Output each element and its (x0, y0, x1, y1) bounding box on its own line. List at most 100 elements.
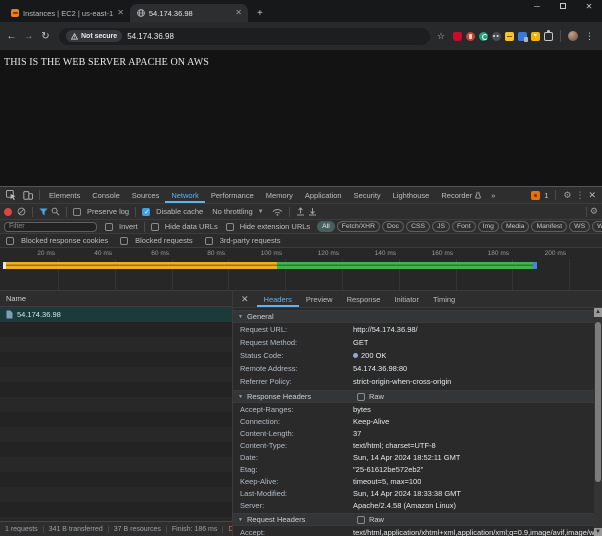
chip-doc[interactable]: Doc (382, 221, 404, 232)
tab-security[interactable]: Security (348, 187, 387, 203)
issues-count[interactable]: 1 (544, 191, 548, 200)
hide-data-urls-checkbox[interactable] (151, 223, 159, 231)
grammarly-icon[interactable] (479, 32, 488, 41)
third-party-requests-label: 3rd-party requests (220, 236, 281, 245)
tab-close-icon[interactable]: ✕ (117, 9, 124, 17)
tab-timing[interactable]: Timing (426, 291, 462, 307)
chip-manifest[interactable]: Manifest (531, 221, 567, 232)
tab-headers[interactable]: Headers (257, 291, 299, 307)
devtools-menu-icon[interactable]: ⋮ (575, 190, 584, 201)
tab-application[interactable]: Application (299, 187, 348, 203)
more-tabs-icon[interactable]: » (487, 191, 499, 200)
chip-js[interactable]: JS (432, 221, 450, 232)
request-raw-checkbox[interactable] (357, 516, 365, 524)
tab-recorder[interactable]: Recorder (435, 187, 487, 203)
stop-hand-icon[interactable] (466, 32, 475, 41)
puzzle-extensions-icon[interactable] (544, 32, 553, 41)
chip-media[interactable]: Media (501, 221, 530, 232)
close-window-button[interactable]: ✕ (576, 0, 602, 14)
request-list-empty-area[interactable] (0, 322, 232, 521)
third-party-requests-checkbox[interactable] (205, 237, 213, 245)
header-row: Content-Type:text/html; charset=UTF-8 (233, 439, 594, 451)
glasses-icon[interactable] (492, 32, 501, 41)
tab-elements[interactable]: Elements (43, 187, 86, 203)
issues-icon[interactable] (531, 191, 540, 200)
tab-network[interactable]: Network (165, 187, 205, 203)
details-scrollbar[interactable]: ▲ ▼ (594, 308, 602, 536)
network-conditions-icon[interactable] (272, 207, 283, 216)
name-column-header[interactable]: Name (0, 291, 232, 307)
yellow-notes-icon[interactable] (505, 32, 514, 41)
tab-preview[interactable]: Preview (299, 291, 340, 307)
blocked-requests-checkbox[interactable] (120, 237, 128, 245)
network-overview[interactable]: 20 ms 40 ms 60 ms 80 ms 100 ms 120 ms 14… (0, 248, 602, 291)
preserve-log-checkbox[interactable] (73, 208, 81, 216)
bookmark-star-icon[interactable]: ☆ (437, 31, 445, 42)
tab-close-icon[interactable]: ✕ (235, 9, 242, 17)
scrollbar-thumb[interactable] (595, 322, 601, 482)
disable-cache-checkbox[interactable] (142, 208, 150, 216)
tab-performance[interactable]: Performance (205, 187, 260, 203)
export-har-icon[interactable] (308, 207, 317, 216)
security-chip[interactable]: Not secure (66, 30, 122, 42)
response-raw-checkbox[interactable] (357, 393, 365, 401)
close-details-icon[interactable]: ✕ (233, 294, 257, 305)
tab-response[interactable]: Response (340, 291, 388, 307)
header-row: Server:Apache/2.4.58 (Amazon Linux) (233, 499, 594, 511)
invert-checkbox[interactable] (105, 223, 113, 231)
import-har-icon[interactable] (296, 207, 305, 216)
chip-fetch-xhr[interactable]: Fetch/XHR (337, 221, 380, 232)
tab-sources[interactable]: Sources (126, 187, 166, 203)
forward-button[interactable]: → (22, 31, 35, 42)
maximize-button[interactable] (550, 0, 576, 14)
new-tab-button[interactable]: + (252, 5, 268, 21)
blocked-response-cookies-checkbox[interactable] (6, 237, 14, 245)
tick-label: 100 ms (228, 250, 282, 257)
tab-console[interactable]: Console (86, 187, 126, 203)
chip-img[interactable]: Img (478, 221, 499, 232)
header-row: Remote Address: 54.174.36.98:80 (233, 362, 594, 375)
reload-button[interactable]: ↻ (39, 31, 52, 42)
chip-ws[interactable]: WS (569, 221, 590, 232)
throttling-select[interactable]: No throttling (212, 207, 252, 216)
request-row[interactable]: 54.174.36.98 (0, 307, 232, 322)
header-row: Status Code: 200 OK (233, 349, 594, 362)
extension-icons (453, 32, 553, 41)
close-devtools-icon[interactable]: ✕ (588, 190, 596, 201)
chip-font[interactable]: Font (452, 221, 476, 232)
tab-memory[interactable]: Memory (260, 187, 299, 203)
search-icon[interactable] (51, 207, 60, 216)
inspect-element-icon[interactable] (2, 187, 19, 203)
address-bar[interactable]: Not secure 54.174.36.98 (59, 28, 430, 45)
chip-wasm[interactable]: Wasm (592, 221, 602, 232)
scroll-up-icon[interactable]: ▲ (594, 308, 602, 317)
settings-gear-icon[interactable]: ⚙ (563, 190, 571, 201)
device-toolbar-icon[interactable] (19, 187, 36, 203)
minimize-button[interactable]: ─ (524, 0, 550, 14)
clear-icon[interactable] (17, 207, 26, 216)
browser-tab-webserver[interactable]: 54.174.36.98 ✕ (130, 4, 248, 22)
chip-css[interactable]: CSS (406, 221, 430, 232)
general-section-header[interactable]: ▼ General (233, 310, 594, 323)
filter-funnel-icon[interactable] (39, 208, 48, 216)
response-headers-section-header[interactable]: ▼ Response Headers Raw (233, 390, 594, 403)
scroll-down-icon[interactable]: ▼ (594, 528, 602, 536)
hide-extension-urls-checkbox[interactable] (226, 223, 234, 231)
record-icon[interactable] (4, 208, 12, 216)
request-headers-section-header[interactable]: ▼ Request Headers Raw (233, 513, 594, 526)
back-button[interactable]: ← (5, 31, 18, 42)
window-controls: ─ ✕ (524, 0, 602, 14)
yellow-bolt-icon[interactable] (531, 32, 540, 41)
filter-input[interactable] (4, 222, 97, 232)
profile-avatar[interactable] (568, 31, 578, 41)
abp-icon[interactable] (453, 32, 462, 41)
browser-tab-ec2[interactable]: Instances | EC2 | us-east-1 ✕ (4, 4, 130, 22)
chrome-menu-icon[interactable]: ⋮ (582, 31, 597, 42)
separator (144, 222, 145, 232)
tab-lighthouse[interactable]: Lighthouse (387, 187, 436, 203)
network-settings-gear-icon[interactable]: ⚙ (590, 206, 598, 217)
url-text[interactable]: 54.174.36.98 (127, 32, 174, 41)
tab-initiator[interactable]: Initiator (387, 291, 426, 307)
linkedin-tool-icon[interactable] (518, 32, 527, 41)
chip-all[interactable]: All (317, 221, 335, 232)
